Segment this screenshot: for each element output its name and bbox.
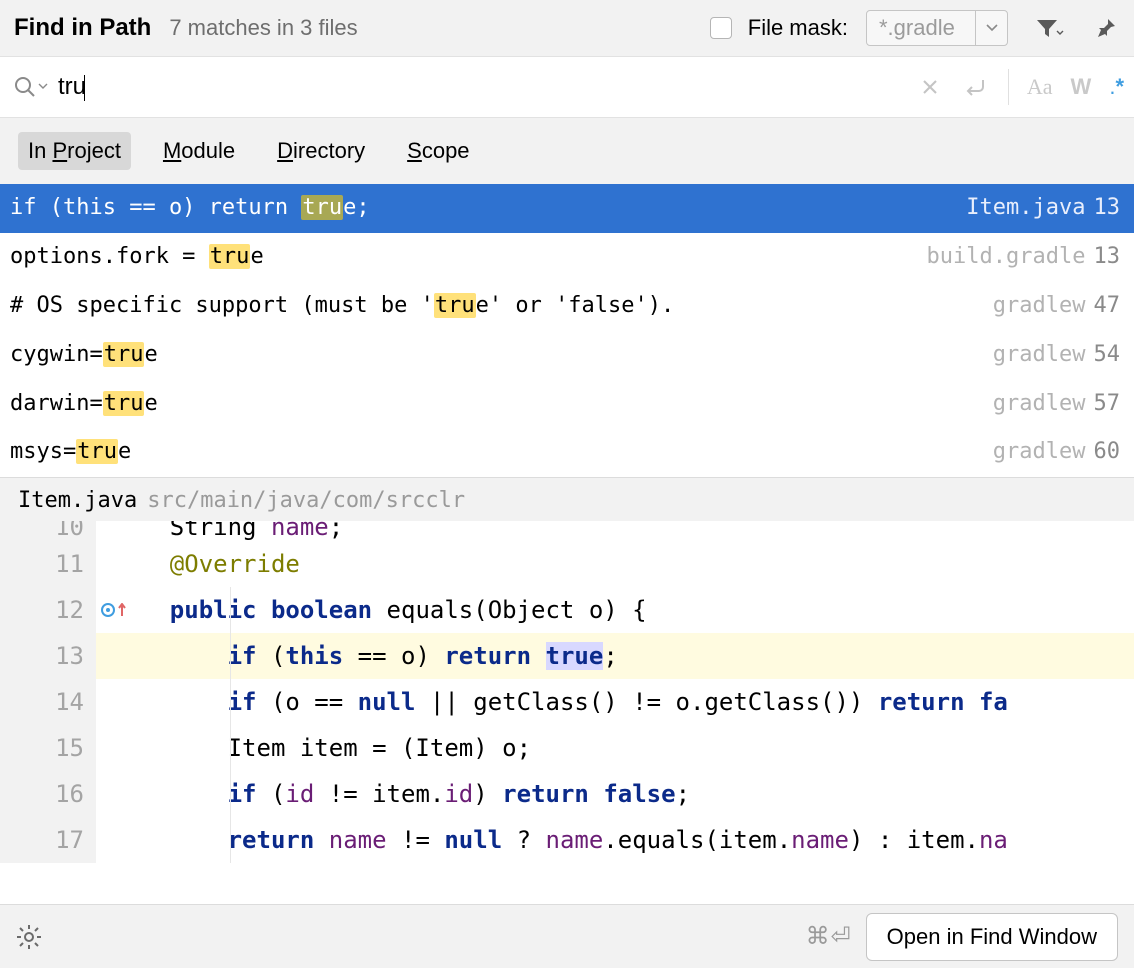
open-in-find-window-button[interactable]: Open in Find Window [866,913,1118,961]
dialog-title: Find in Path [14,14,151,42]
result-row[interactable]: darwin=true gradlew57 [0,380,1134,429]
scope-tabs: In Project Module Directory Scope [0,118,1134,184]
filemask-dropdown-button[interactable] [975,11,1007,45]
scope-tab[interactable]: Module [153,132,245,170]
regex-toggle[interactable]: .* [1109,74,1124,100]
result-row[interactable]: # OS specific support (must be 'true' or… [0,282,1134,331]
filter-icon[interactable] [1036,14,1064,42]
line-number: 13 [0,633,96,679]
code-content: if (this == o) return true; [96,633,1134,679]
header-bar: Find in Path 7 matches in 3 files File m… [0,0,1134,56]
scope-tab[interactable]: Directory [267,132,375,170]
result-row[interactable]: options.fork = true build.gradle13 [0,233,1134,282]
code-content: Item item = (Item) o; [96,725,1134,771]
newline-icon[interactable] [962,73,990,101]
code-line: 10 String name; [0,521,1134,541]
code-content: public boolean equals(Object o) { [96,587,1134,633]
code-content: String name; [96,521,1134,541]
preview-header: Item.java src/main/java/com/srcclr [0,477,1134,521]
result-location: Item.java13 [966,192,1120,224]
whole-words-toggle[interactable]: W [1071,74,1092,100]
clear-search-icon[interactable] [916,73,944,101]
code-content: if (id != item.id) return false; [96,771,1134,817]
search-bar: tru Aa W .* [0,56,1134,118]
code-line: 12 public boolean equals(Object o) { [0,587,1134,633]
result-code: if (this == o) return true; [10,192,370,224]
footer-bar: ⌘⏎ Open in Find Window [0,904,1134,968]
code-content: if (o == null || getClass() != o.getClas… [96,679,1134,725]
code-line: 16 if (id != item.id) return false; [0,771,1134,817]
result-row[interactable]: msys=true gradlew60 [0,428,1134,477]
scope-tab[interactable]: Scope [397,132,479,170]
result-location: gradlew57 [993,388,1120,420]
result-location: gradlew47 [993,290,1120,322]
match-summary: 7 matches in 3 files [169,15,357,41]
preview-filepath: src/main/java/com/srcclr [147,488,465,513]
search-icon [14,76,36,98]
separator [1008,69,1009,105]
results-list: if (this == o) return true; Item.java13 op… [0,184,1134,477]
result-code: # OS specific support (must be 'true' or… [10,290,674,322]
code-content: return name != null ? name.equals(item.n… [96,817,1134,863]
code-preview[interactable]: 10 String name;11 @Override12 public boo… [0,521,1134,904]
preview-filename: Item.java [18,488,137,513]
chevron-down-icon [986,24,998,32]
result-code: darwin=true [10,388,158,420]
filemask-checkbox[interactable] [710,17,732,39]
code-line: 17 return name != null ? name.equals(ite… [0,817,1134,863]
filemask-combo[interactable]: *.gradle [866,10,1008,46]
settings-gear-icon[interactable] [16,924,42,950]
result-location: build.gradle13 [927,241,1120,273]
shortcut-hint: ⌘⏎ [806,922,852,951]
search-input[interactable]: tru [48,73,916,101]
result-code: msys=true [10,436,131,468]
line-number: 10 [0,521,96,541]
search-history-dropdown-icon[interactable] [38,83,48,91]
code-line: 13 if (this == o) return true; [0,633,1134,679]
line-number: 17 [0,817,96,863]
code-line: 11 @Override [0,541,1134,587]
result-row[interactable]: if (this == o) return true; Item.java13 [0,184,1134,233]
result-code: options.fork = true [10,241,264,273]
filemask-value: *.gradle [867,15,975,41]
code-content: @Override [96,541,1134,587]
result-location: gradlew54 [993,339,1120,371]
result-row[interactable]: cygwin=true gradlew54 [0,331,1134,380]
line-number: 14 [0,679,96,725]
result-location: gradlew60 [993,436,1120,468]
line-number: 12 [0,587,96,633]
scope-tab[interactable]: In Project [18,132,131,170]
filemask-label: File mask: [748,15,848,41]
code-line: 14 if (o == null || getClass() != o.getC… [0,679,1134,725]
line-number: 16 [0,771,96,817]
result-code: cygwin=true [10,339,158,371]
match-case-toggle[interactable]: Aa [1027,74,1053,100]
find-in-path-dialog: Find in Path 7 matches in 3 files File m… [0,0,1134,968]
code-line: 15 Item item = (Item) o; [0,725,1134,771]
pin-icon[interactable] [1092,14,1120,42]
line-number: 15 [0,725,96,771]
line-number: 11 [0,541,96,587]
